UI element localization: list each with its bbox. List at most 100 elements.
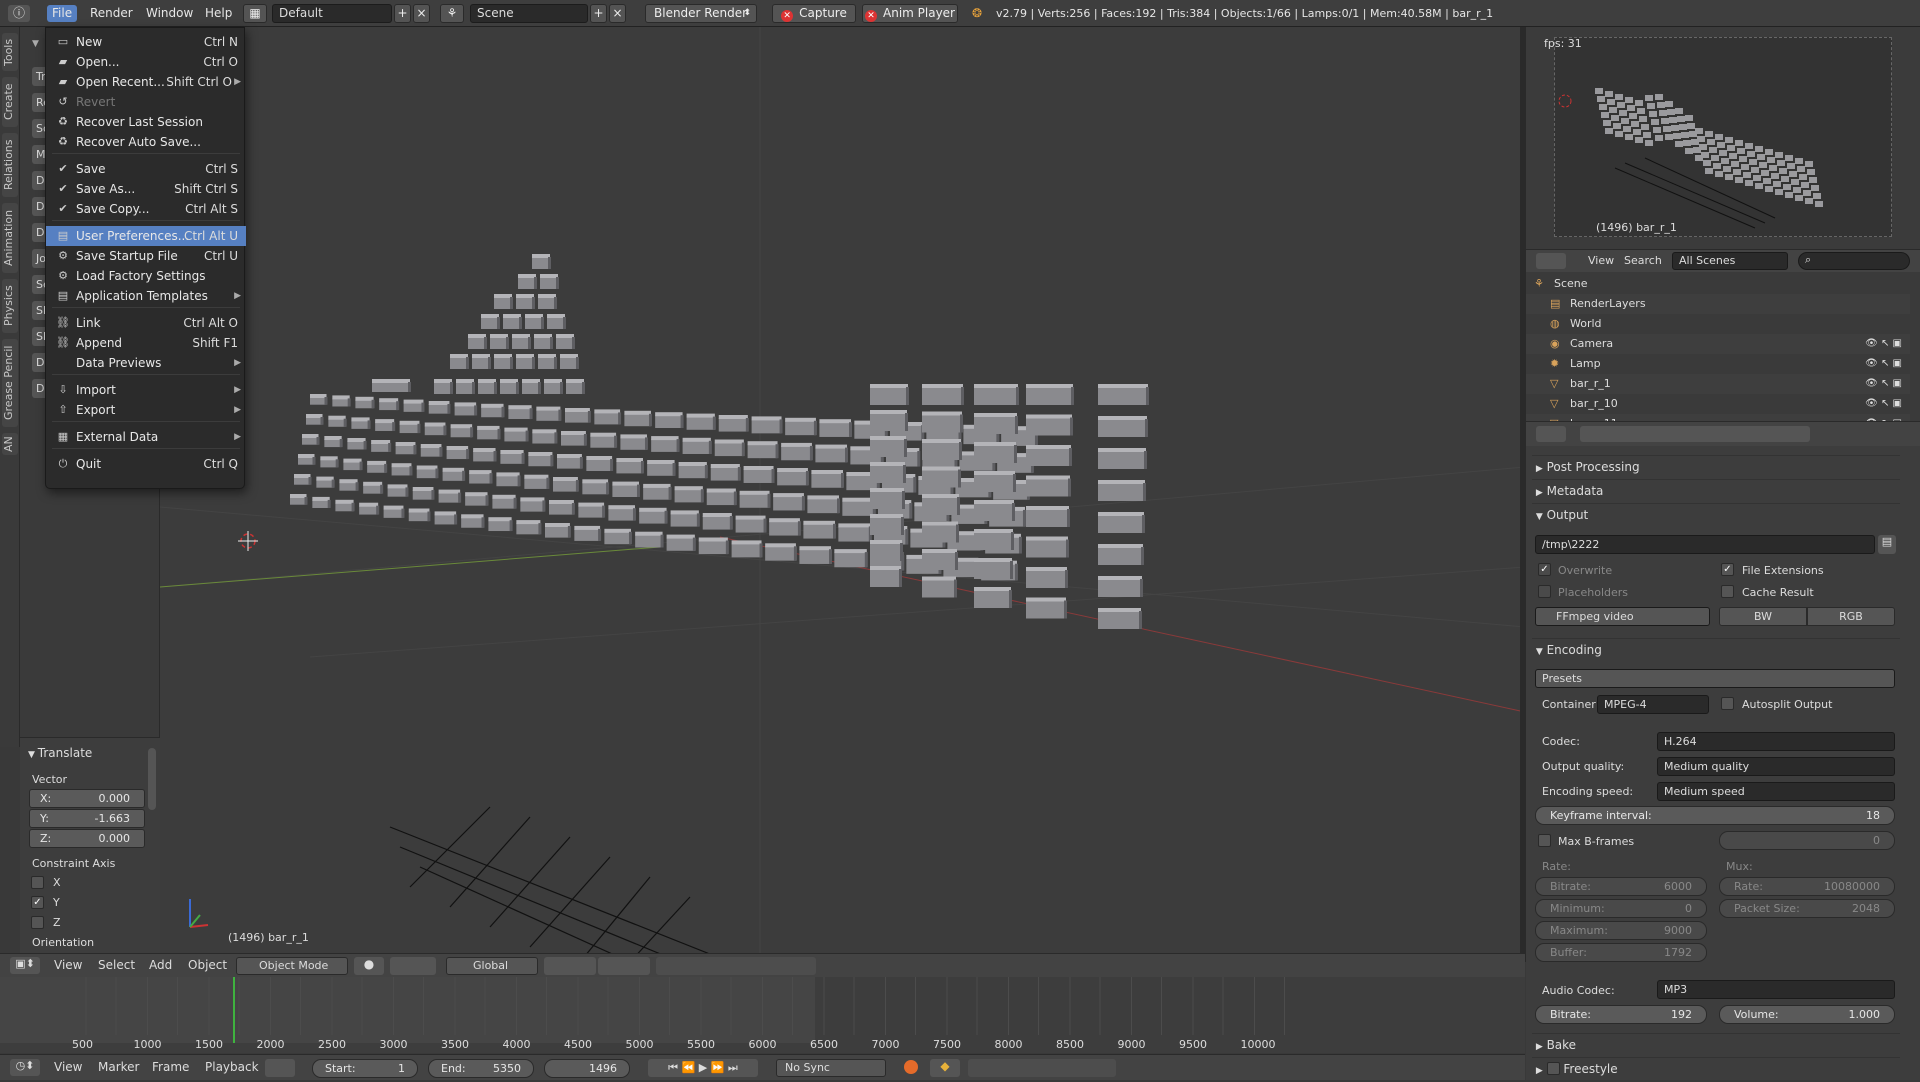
- add-scene-button[interactable]: +: [590, 4, 607, 23]
- freestyle-checkbox[interactable]: [1546, 1062, 1560, 1075]
- audio-codec-select[interactable]: MP3: [1657, 980, 1895, 999]
- menu-item-save-as[interactable]: ✔ Save As... Shift Ctrl S: [46, 179, 246, 199]
- timeline-menu-view[interactable]: View: [54, 1060, 82, 1074]
- viewport-menu-add[interactable]: Add: [149, 958, 172, 972]
- preview-range-icon[interactable]: [265, 1059, 295, 1077]
- max-bframes-checkbox[interactable]: [1538, 834, 1551, 847]
- tab-create[interactable]: Create: [2, 77, 18, 127]
- editor-type-icon[interactable]: ▣⬍: [10, 957, 40, 974]
- output-section[interactable]: ▼ Output: [1532, 503, 1900, 525]
- file-format-select[interactable]: FFmpeg video: [1535, 607, 1710, 626]
- scene-icon[interactable]: ⚘: [440, 4, 464, 23]
- keyframe-interval-field[interactable]: Keyframe interval: 18: [1535, 806, 1895, 825]
- end-frame-field[interactable]: End: 5350: [428, 1059, 534, 1078]
- outliner-row[interactable]: ⚘ Scene: [1526, 274, 1910, 294]
- viewport-menu-object[interactable]: Object: [188, 958, 227, 972]
- outliner-row[interactable]: ▽ bar_r_1 👁 ↖ ▣: [1526, 374, 1910, 394]
- tab-relations[interactable]: Relations: [2, 133, 18, 197]
- codec-select[interactable]: H.264: [1657, 732, 1895, 751]
- collapse-arrow-icon[interactable]: ▼: [32, 39, 39, 49]
- audio-bitrate-field[interactable]: Bitrate: 192: [1535, 1005, 1707, 1024]
- keyframe-icon[interactable]: ◆: [930, 1059, 960, 1077]
- layer-buttons-b[interactable]: [598, 957, 650, 975]
- snap-tools[interactable]: [656, 957, 816, 975]
- autosplit-checkbox[interactable]: [1721, 697, 1734, 710]
- menu-item-user-preferences[interactable]: ▤ User Preferences... Ctrl Alt U: [46, 226, 246, 246]
- display-mode-select[interactable]: All Scenes: [1672, 252, 1788, 270]
- add-layout-button[interactable]: +: [394, 4, 411, 23]
- menu-help[interactable]: Help: [205, 5, 232, 22]
- menu-item-export[interactable]: ⇧ Export ▶: [46, 400, 246, 420]
- menu-item-revert[interactable]: ↺ Revert: [46, 92, 246, 112]
- outliner-row[interactable]: ▽ bar_r_10 👁 ↖ ▣: [1526, 394, 1910, 414]
- layout-field[interactable]: Default: [272, 4, 392, 23]
- presets-select[interactable]: Presets: [1535, 669, 1895, 688]
- tab-animation[interactable]: Animation: [2, 203, 18, 273]
- menu-item-new[interactable]: ▭ New Ctrl N: [46, 32, 246, 52]
- visibility-icons[interactable]: 👁 ↖ ▣: [1865, 374, 1902, 394]
- encoding-section[interactable]: ▼ Encoding: [1532, 638, 1900, 660]
- freestyle-section[interactable]: ▶ Freestyle: [1532, 1057, 1900, 1079]
- mux-field[interactable]: Packet Size: 2048: [1719, 899, 1895, 918]
- remove-layout-button[interactable]: ×: [413, 4, 430, 23]
- keying-set-field[interactable]: [968, 1059, 1116, 1077]
- viewport-menu-view[interactable]: View: [54, 958, 82, 972]
- file-extensions-checkbox[interactable]: ✓: [1721, 563, 1734, 576]
- menu-item-save-copy[interactable]: ✔ Save Copy... Ctrl Alt S: [46, 199, 246, 219]
- timeline-menu-marker[interactable]: Marker: [98, 1060, 139, 1074]
- overwrite-checkbox[interactable]: ✓: [1538, 563, 1551, 576]
- post-processing-section[interactable]: ▶ Post Processing: [1532, 455, 1900, 477]
- menu-item-load-factory-settings[interactable]: ⚙ Load Factory Settings: [46, 266, 246, 286]
- camera-preview[interactable]: fps: 31 (1496) bar_r_1: [1526, 27, 1920, 249]
- rate-field[interactable]: Bitrate: 6000: [1535, 877, 1707, 896]
- tab-physics[interactable]: Physics: [2, 279, 18, 333]
- visibility-icons[interactable]: 👁 ↖ ▣: [1865, 334, 1902, 354]
- rate-field[interactable]: Maximum: 9000: [1535, 921, 1707, 940]
- outliner-menu-search[interactable]: Search: [1624, 254, 1662, 267]
- capture-button[interactable]: ✕ Capture: [772, 4, 856, 23]
- menu-window[interactable]: Window: [146, 5, 193, 22]
- screen-layout-icon[interactable]: ▦: [243, 4, 267, 23]
- menu-item-quit[interactable]: ⏻ Quit Ctrl Q: [46, 454, 246, 474]
- timeline-area[interactable]: 500 1000 1500 2000 2500 3000 3500 4000 4500 5000 5…: [0, 977, 1525, 1053]
- translate-header[interactable]: ▼ Translate: [28, 746, 92, 760]
- menu-item-save-startup-file[interactable]: ⚙ Save Startup File Ctrl U: [46, 246, 246, 266]
- menu-item-save[interactable]: ✔ Save Ctrl S: [46, 159, 246, 179]
- info-editor-icon[interactable]: ⓘ: [8, 5, 30, 22]
- axis-z-checkbox[interactable]: [31, 916, 44, 929]
- tab-an[interactable]: AN: [2, 433, 18, 455]
- orientation-select[interactable]: Global: [446, 957, 538, 975]
- volume-field[interactable]: Volume: 1.000: [1719, 1005, 1895, 1024]
- container-select[interactable]: MPEG-4: [1597, 695, 1709, 714]
- menu-item-open-recent[interactable]: ▰ Open Recent... Shift Ctrl O ▶: [46, 72, 246, 92]
- tab-tools[interactable]: Tools: [2, 33, 18, 71]
- anim-player-button[interactable]: ✕ Anim Player: [862, 4, 958, 23]
- timeline-menu-frame[interactable]: Frame: [152, 1060, 189, 1074]
- rate-field[interactable]: Minimum: 0: [1535, 899, 1707, 918]
- editor-type-icon[interactable]: [1536, 253, 1566, 269]
- axis-x-checkbox[interactable]: [31, 876, 44, 889]
- bake-section[interactable]: ▶ Bake: [1532, 1033, 1900, 1055]
- visibility-icons[interactable]: 👁 ↖ ▣: [1865, 394, 1902, 414]
- outliner-row[interactable]: ◉ Camera 👁 ↖ ▣: [1526, 334, 1910, 354]
- output-path-input[interactable]: /tmp\2222: [1535, 535, 1875, 554]
- panel-scrollbar[interactable]: [148, 748, 156, 810]
- menu-item-recover-auto-save[interactable]: ♻ Recover Auto Save...: [46, 132, 246, 152]
- rate-field[interactable]: Buffer: 1792: [1535, 943, 1707, 962]
- editor-type-icon[interactable]: [1536, 426, 1566, 442]
- layer-buttons-a[interactable]: [544, 957, 596, 975]
- vector-y-field[interactable]: Y: -1.663: [29, 809, 145, 828]
- menu-render[interactable]: Render: [90, 5, 133, 22]
- visibility-icons[interactable]: 👁 ↖ ▣: [1865, 354, 1902, 374]
- menu-item-external-data[interactable]: ▦ External Data ▶: [46, 427, 246, 447]
- menu-item-recover-last-session[interactable]: ♻ Recover Last Session: [46, 112, 246, 132]
- encoding-speed-select[interactable]: Medium speed: [1657, 782, 1895, 801]
- start-frame-field[interactable]: Start: 1: [312, 1059, 418, 1078]
- context-tabs[interactable]: [1580, 426, 1810, 442]
- menu-item-open[interactable]: ▰ Open... Ctrl O: [46, 52, 246, 72]
- current-frame-field[interactable]: 1496: [544, 1059, 630, 1078]
- remove-scene-button[interactable]: ×: [609, 4, 626, 23]
- mode-select[interactable]: Object Mode: [236, 957, 348, 975]
- sync-select[interactable]: No Sync: [776, 1059, 886, 1077]
- render-engine-select[interactable]: Blender Render ⬍: [645, 4, 757, 23]
